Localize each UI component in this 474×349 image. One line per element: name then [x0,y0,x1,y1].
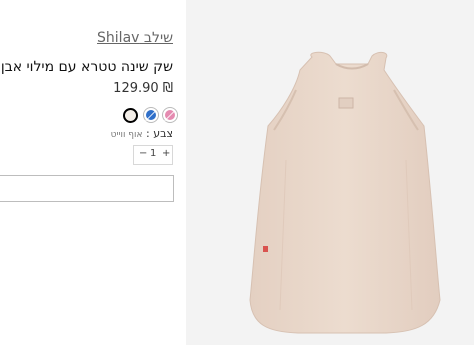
side-tag [263,246,268,252]
product-title: שק שינה טטרא עם מילוי אבן [0,59,173,75]
quantity-minus-button[interactable]: − [139,148,147,159]
product-price: 129.90 ₪ [113,81,173,96]
quantity-value[interactable]: 1 [150,148,156,159]
quantity-stepper: − 1 + [133,145,173,165]
garment-label [338,97,354,109]
brand-link[interactable]: שילב Shilav [97,30,173,46]
swatch-pink[interactable] [163,108,177,122]
swatch-off-white[interactable] [123,108,138,123]
swatch-blue[interactable] [144,108,158,122]
product-image [186,0,474,345]
color-value: אוף ווייט [110,130,143,140]
color-label: צבע : אוף ווייט [111,127,173,140]
add-to-cart-area[interactable] [0,175,174,202]
sleeping-bag-image [249,51,441,334]
color-label-text: צבע : [146,127,173,140]
quantity-plus-button[interactable]: + [162,148,170,159]
